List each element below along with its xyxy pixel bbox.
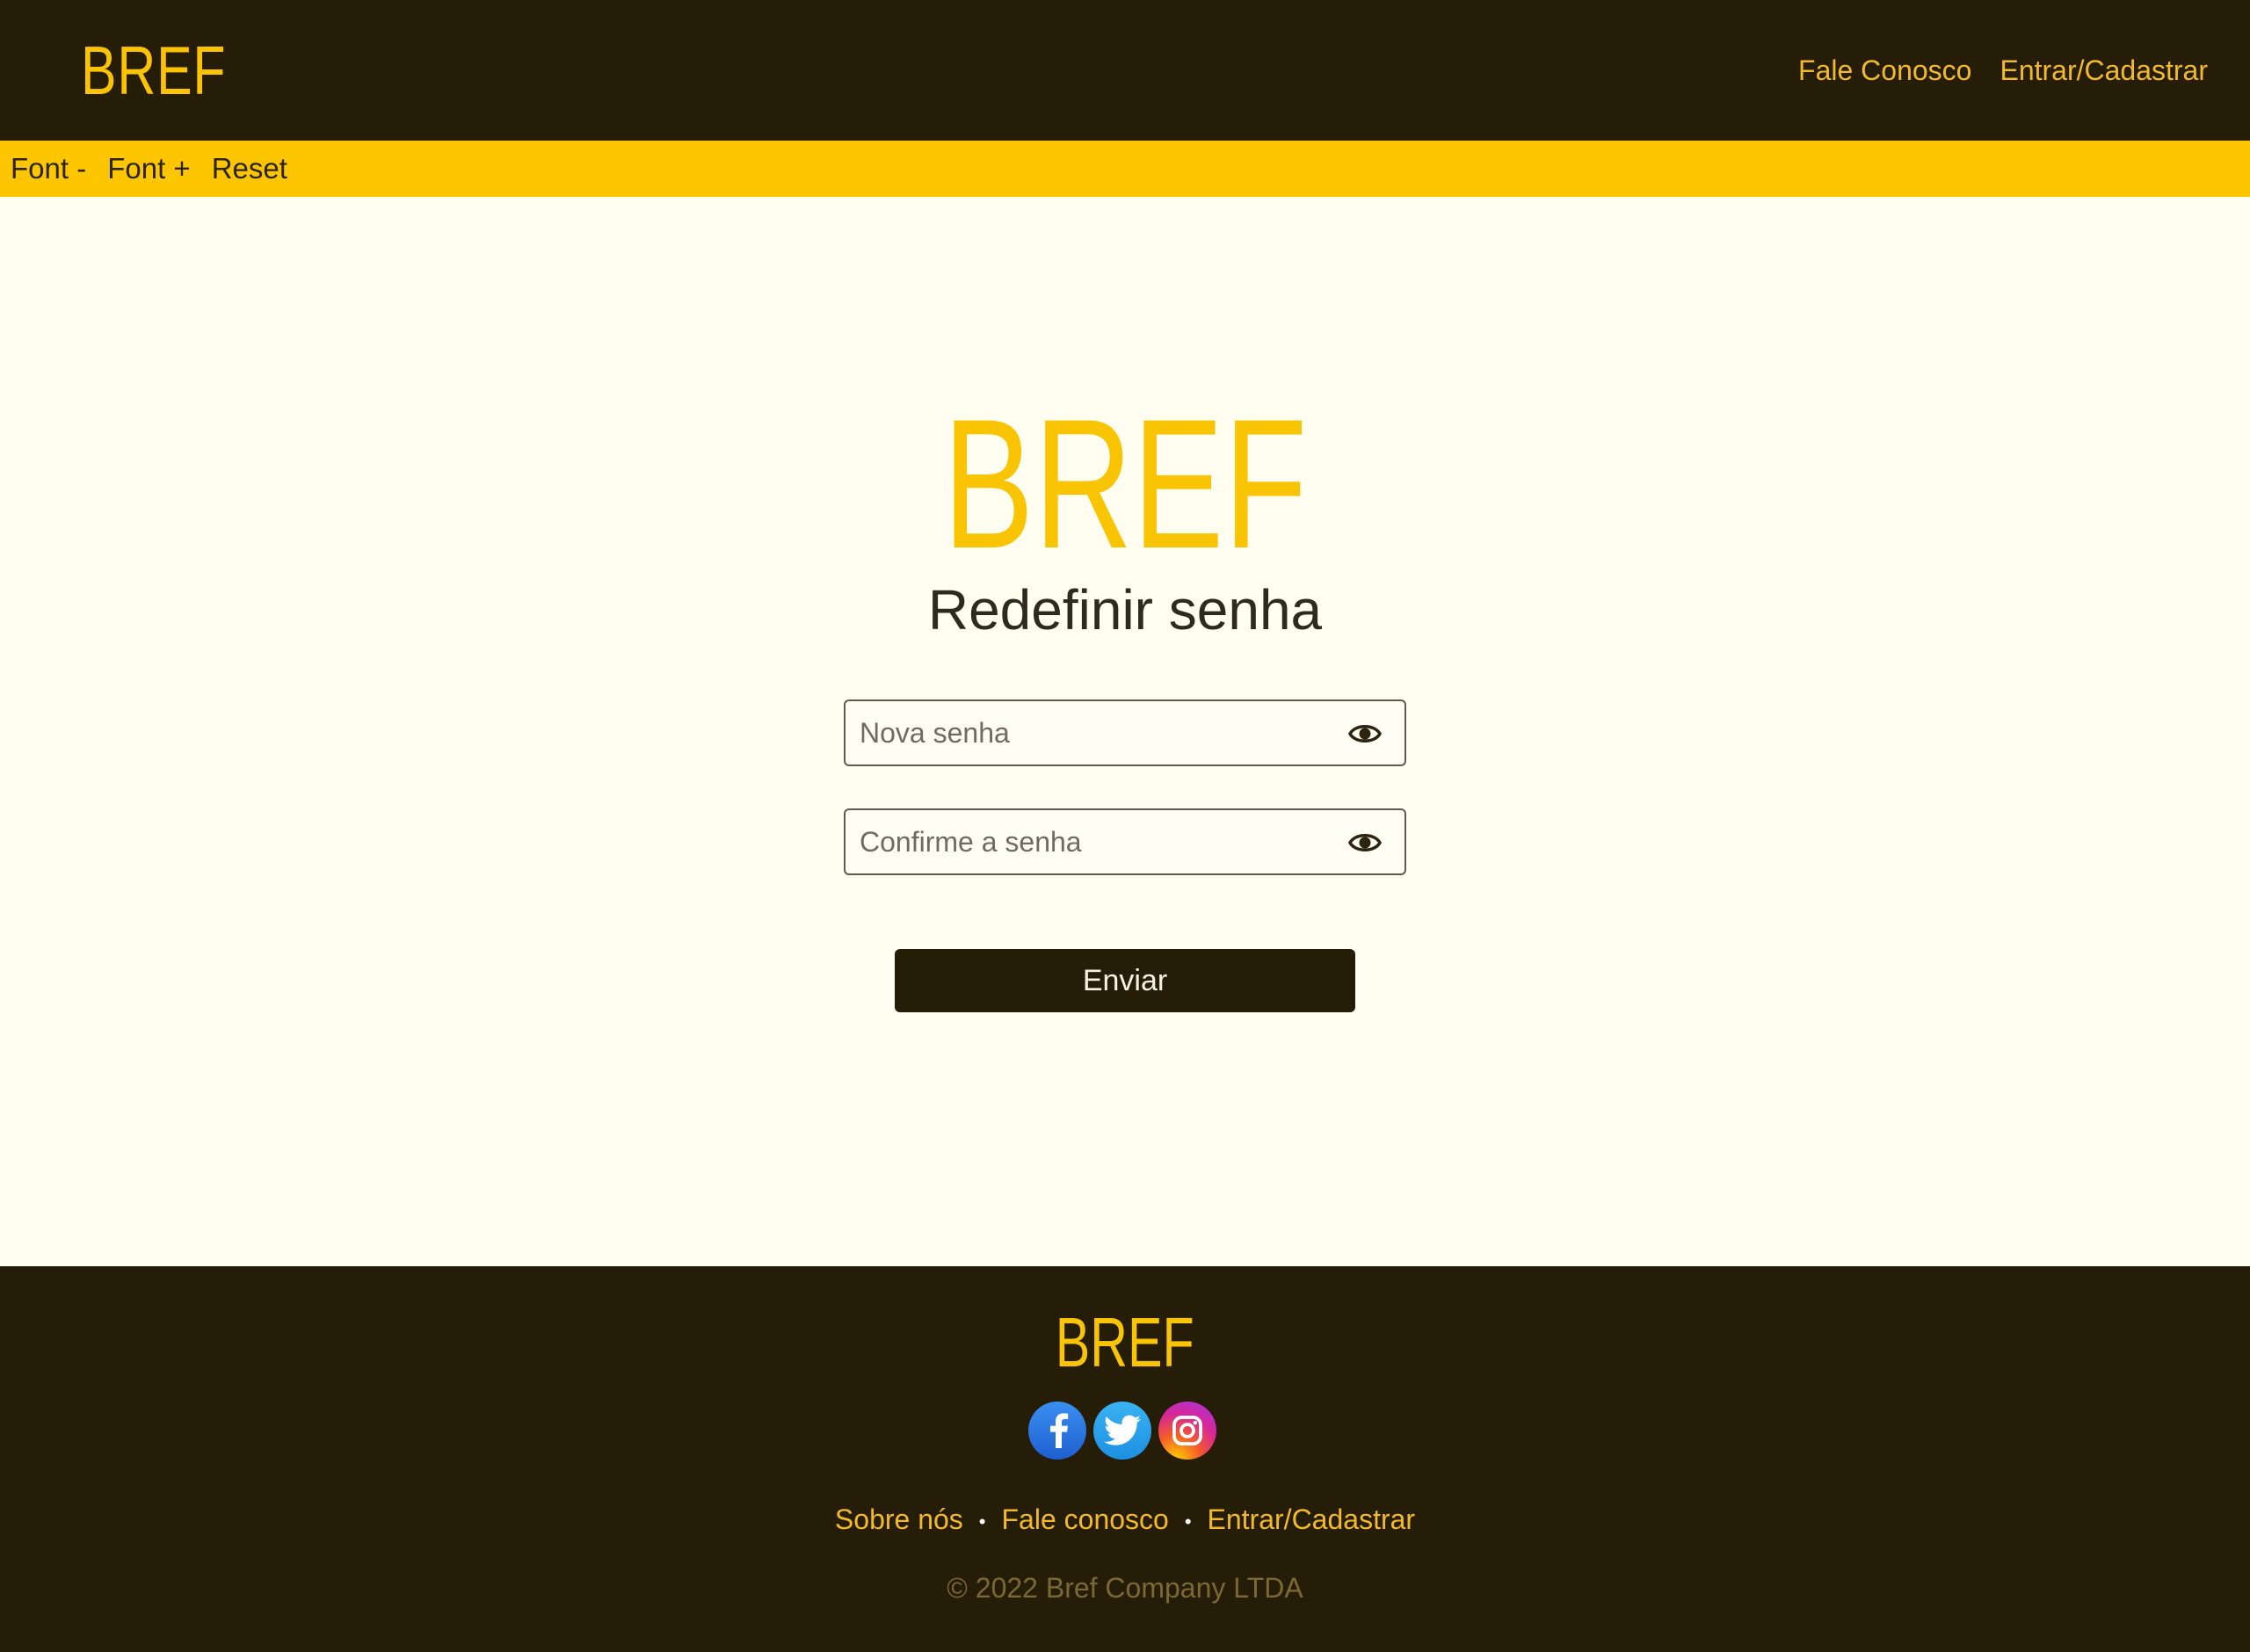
nav-link-contact[interactable]: Fale Conosco <box>1798 49 1971 91</box>
new-password-input[interactable] <box>860 701 1334 764</box>
nav-link-login-register[interactable]: Entrar/Cadastrar <box>2000 49 2208 91</box>
header-brand-logo[interactable]: BREF <box>81 30 226 111</box>
footer-link-login-register[interactable]: Entrar/Cadastrar <box>1208 1503 1416 1535</box>
font-increase-button[interactable]: Font + <box>107 152 190 185</box>
instagram-glyph <box>1172 1416 1202 1446</box>
copyright-text: © 2022 Bref Company LTDA <box>947 1572 1303 1604</box>
new-password-field <box>844 699 1406 766</box>
header-nav: Fale Conosco Entrar/Cadastrar <box>1798 49 2208 91</box>
separator-dot: • <box>1184 1510 1192 1532</box>
footer-links: Sobre nós • Fale conosco • Entrar/Cadastrar <box>0 1498 2250 1543</box>
separator-dot: • <box>978 1510 986 1532</box>
twitter-icon[interactable] <box>1093 1402 1151 1460</box>
footer-logo: BREF <box>0 1303 2250 1382</box>
top-header: BREF Fale Conosco Entrar/Cadastrar <box>0 0 2250 141</box>
font-decrease-button[interactable]: Font - <box>11 152 86 185</box>
footer-link-contact[interactable]: Fale conosco <box>1002 1503 1169 1535</box>
eye-icon[interactable] <box>1348 828 1382 858</box>
font-reset-button[interactable]: Reset <box>212 152 287 185</box>
accessibility-toolbar: Font - Font + Reset <box>0 141 2250 197</box>
main-logo: BREF <box>0 392 2250 576</box>
confirm-password-input[interactable] <box>860 810 1334 873</box>
facebook-glyph <box>1050 1413 1069 1448</box>
eye-icon[interactable] <box>1348 719 1382 749</box>
footer-link-about[interactable]: Sobre nós <box>835 1503 963 1535</box>
site-footer: BREF Sobre nós • Fale conosco • Entrar/Cadas… <box>0 1266 2250 1652</box>
reset-password-section: BREF Redefinir senha Enviar <box>0 197 2250 1266</box>
confirm-password-field <box>844 808 1406 875</box>
social-links <box>1028 1402 1216 1460</box>
page-title: Redefinir senha <box>927 578 1323 641</box>
instagram-icon[interactable] <box>1158 1402 1216 1460</box>
twitter-glyph <box>1104 1415 1141 1446</box>
main-logo-text: BREF <box>942 380 1308 587</box>
facebook-icon[interactable] <box>1028 1402 1086 1460</box>
footer-logo-text: BREF <box>1056 1303 1194 1381</box>
submit-button[interactable]: Enviar <box>895 949 1355 1012</box>
